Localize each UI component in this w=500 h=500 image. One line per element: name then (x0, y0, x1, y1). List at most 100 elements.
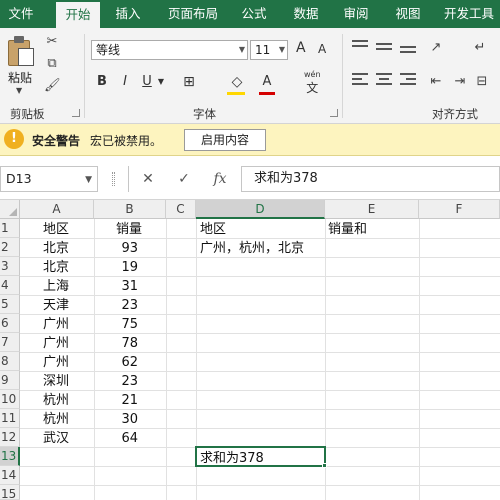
name-box[interactable]: D13 ▼ (0, 166, 98, 192)
font-name-select[interactable]: 等线 ▼ (91, 40, 248, 60)
wrap-text-icon[interactable]: ↵ (472, 40, 488, 56)
merge-center-icon[interactable]: ⊟ (474, 74, 490, 90)
fill-handle[interactable] (322, 463, 327, 468)
cancel-icon[interactable]: ✕ (136, 166, 160, 192)
font-launcher-icon[interactable] (330, 109, 338, 117)
row-header-5[interactable]: 5 (0, 295, 20, 314)
cell-b8[interactable]: 62 (96, 353, 138, 372)
fill-color-icon[interactable]: ◇ (226, 72, 248, 92)
tab-review[interactable]: 审阅 (336, 0, 376, 28)
increase-indent-icon[interactable]: ⇥ (452, 74, 468, 90)
enable-content-button[interactable]: 启用内容 (184, 129, 266, 151)
cell-b6[interactable]: 75 (96, 315, 138, 334)
copy-icon[interactable]: ⧉ (44, 56, 60, 72)
paste-dropdown-icon[interactable]: ▼ (16, 86, 22, 95)
borders-icon[interactable]: ⊞ (178, 72, 200, 92)
align-middle-icon[interactable] (376, 38, 392, 54)
decrease-indent-icon[interactable]: ⇤ (428, 74, 444, 90)
cell-b4[interactable]: 31 (96, 277, 138, 296)
chevron-down-icon[interactable]: ▼ (85, 168, 92, 192)
formula-input[interactable]: 求和为378 (241, 166, 500, 192)
tab-page-layout[interactable]: 页面布局 (158, 0, 228, 28)
select-all-button[interactable] (0, 200, 20, 219)
formula-bar-splitter[interactable] (112, 172, 115, 186)
decrease-font-size-icon[interactable]: A (318, 42, 326, 56)
cell-a6[interactable]: 广州 (43, 315, 69, 334)
row-header-2[interactable]: 2 (0, 238, 20, 257)
column-header-a[interactable]: A (20, 200, 94, 219)
row-header-3[interactable]: 3 (0, 257, 20, 276)
cell-e1[interactable]: 销量和 (328, 220, 367, 239)
align-top-icon[interactable] (352, 38, 368, 54)
tab-formulas[interactable]: 公式 (234, 0, 274, 28)
align-right-icon[interactable] (400, 72, 416, 88)
row-header-15[interactable]: 15 (0, 485, 20, 500)
underline-button[interactable]: U (140, 72, 154, 92)
tab-data[interactable]: 数据 (284, 0, 328, 28)
column-header-c[interactable]: C (166, 200, 196, 219)
row-header-1[interactable]: 1 (0, 219, 20, 238)
underline-dropdown-icon[interactable]: ▼ (156, 72, 166, 92)
align-left-icon[interactable] (352, 72, 368, 88)
paste-button[interactable]: 粘贴 (8, 69, 32, 86)
font-color-icon[interactable]: A (258, 72, 276, 92)
cell-a9[interactable]: 深圳 (43, 372, 69, 391)
tab-file[interactable]: 文件 (0, 0, 42, 28)
cell-a5[interactable]: 天津 (43, 296, 69, 315)
tab-insert[interactable]: 插入 (108, 0, 148, 28)
row-header-11[interactable]: 11 (0, 409, 20, 428)
insert-function-icon[interactable]: fx (208, 166, 232, 192)
paste-icon[interactable] (8, 36, 34, 66)
row-header-6[interactable]: 6 (0, 314, 20, 333)
row-header-4[interactable]: 4 (0, 276, 20, 295)
column-header-e[interactable]: E (325, 200, 419, 219)
tab-developer[interactable]: 开发工具 (438, 0, 500, 28)
cell-b10[interactable]: 21 (96, 391, 138, 410)
row-header-13[interactable]: 13 (0, 447, 20, 466)
increase-font-size-icon[interactable]: A (296, 40, 306, 56)
cell-b5[interactable]: 23 (96, 296, 138, 315)
column-header-d[interactable]: D (196, 200, 325, 219)
cell-b2[interactable]: 93 (96, 239, 138, 258)
orientation-icon[interactable]: ↗ (428, 40, 444, 56)
align-bottom-icon[interactable] (400, 38, 416, 54)
cell-a10[interactable]: 杭州 (43, 391, 69, 410)
phonetic-guide-icon[interactable]: wén 文 (304, 70, 321, 96)
row-header-8[interactable]: 8 (0, 352, 20, 371)
cell-a11[interactable]: 杭州 (43, 410, 69, 429)
row-header-7[interactable]: 7 (0, 333, 20, 352)
worksheet-grid[interactable]: A B C D E F 1 2 3 4 5 6 7 8 9 10 11 12 1… (0, 200, 500, 500)
cell-a8[interactable]: 广州 (43, 353, 69, 372)
gridline (20, 314, 500, 315)
cell-a4[interactable]: 上海 (43, 277, 69, 296)
cell-a1[interactable]: 地区 (43, 220, 69, 239)
align-center-icon[interactable] (376, 72, 392, 88)
row-header-10[interactable]: 10 (0, 390, 20, 409)
cell-b9[interactable]: 23 (96, 372, 138, 391)
cell-a7[interactable]: 广州 (43, 334, 69, 353)
cut-icon[interactable]: ✂ (44, 34, 60, 50)
enter-icon[interactable]: ✓ (172, 166, 196, 192)
column-header-b[interactable]: B (94, 200, 166, 219)
cell-d1[interactable]: 地区 (200, 220, 226, 239)
cell-d2[interactable]: 广州，杭州，北京 (200, 239, 304, 258)
font-size-select[interactable]: 11 ▼ (250, 40, 288, 60)
cell-b1[interactable]: 销量 (116, 220, 142, 239)
tab-home[interactable]: 开始 (56, 2, 100, 28)
row-header-9[interactable]: 9 (0, 371, 20, 390)
row-header-14[interactable]: 14 (0, 466, 20, 485)
cell-b11[interactable]: 30 (96, 410, 138, 429)
column-header-f[interactable]: F (419, 200, 500, 219)
cell-b3[interactable]: 19 (96, 258, 138, 277)
italic-button[interactable]: I (118, 72, 132, 92)
cell-a3[interactable]: 北京 (43, 258, 69, 277)
bold-button[interactable]: B (94, 72, 110, 92)
tab-view[interactable]: 视图 (388, 0, 428, 28)
row-header-12[interactable]: 12 (0, 428, 20, 447)
cell-a12[interactable]: 武汉 (43, 429, 69, 448)
cell-a2[interactable]: 北京 (43, 239, 69, 258)
clipboard-launcher-icon[interactable] (72, 109, 80, 117)
cell-b7[interactable]: 78 (96, 334, 138, 353)
cell-b12[interactable]: 64 (96, 429, 138, 448)
format-painter-icon[interactable]: 🖌 (44, 78, 61, 94)
